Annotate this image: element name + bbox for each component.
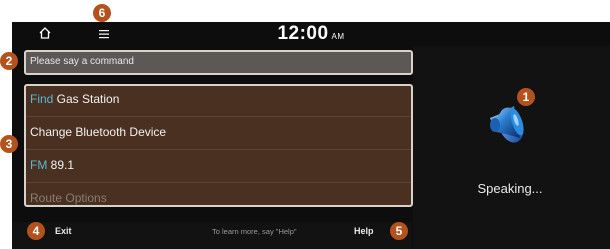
callout-3-badge: 3 <box>0 135 18 153</box>
command-item-change-bluetooth[interactable]: Change Bluetooth Device <box>30 125 166 139</box>
command-list: Find Gas Station Change Bluetooth Device… <box>24 84 413 207</box>
callout-5-badge: 5 <box>390 222 408 240</box>
command-keyword: FM <box>30 158 48 172</box>
command-item-find-gas-station[interactable]: Find Gas Station <box>30 92 119 106</box>
list-divider <box>26 182 411 183</box>
command-keyword: Find <box>30 92 54 106</box>
command-text: Gas Station <box>53 92 120 106</box>
list-divider <box>26 116 411 117</box>
list-divider <box>26 149 411 150</box>
bottom-bar: Exit To learn more, say "Help" Help <box>12 222 412 249</box>
exit-button[interactable]: Exit <box>55 226 72 236</box>
clock-ampm: AM <box>331 32 345 41</box>
help-hint: To learn more, say "Help" <box>212 227 297 236</box>
callout-1-badge: 1 <box>517 88 535 106</box>
command-text: 89.1 <box>47 158 75 172</box>
speaking-status: Speaking... <box>477 181 543 196</box>
callout-6-badge: 6 <box>93 4 111 22</box>
command-item-fm[interactable]: FM 89.1 <box>30 158 74 172</box>
command-prompt-text: Please say a command <box>30 56 134 67</box>
command-text: Route Options <box>30 191 107 205</box>
callout-2-badge: 2 <box>0 52 18 70</box>
clock: 12:00 AM <box>12 23 610 45</box>
command-prompt-bar: Please say a command <box>24 50 413 75</box>
callout-4-badge: 4 <box>27 222 45 240</box>
command-text: Change Bluetooth Device <box>30 125 167 139</box>
command-item-route-options[interactable]: Route Options <box>30 191 107 205</box>
status-bar: 12:00 AM <box>12 22 610 46</box>
help-button[interactable]: Help <box>354 226 374 236</box>
clock-time: 12:00 <box>277 23 329 44</box>
